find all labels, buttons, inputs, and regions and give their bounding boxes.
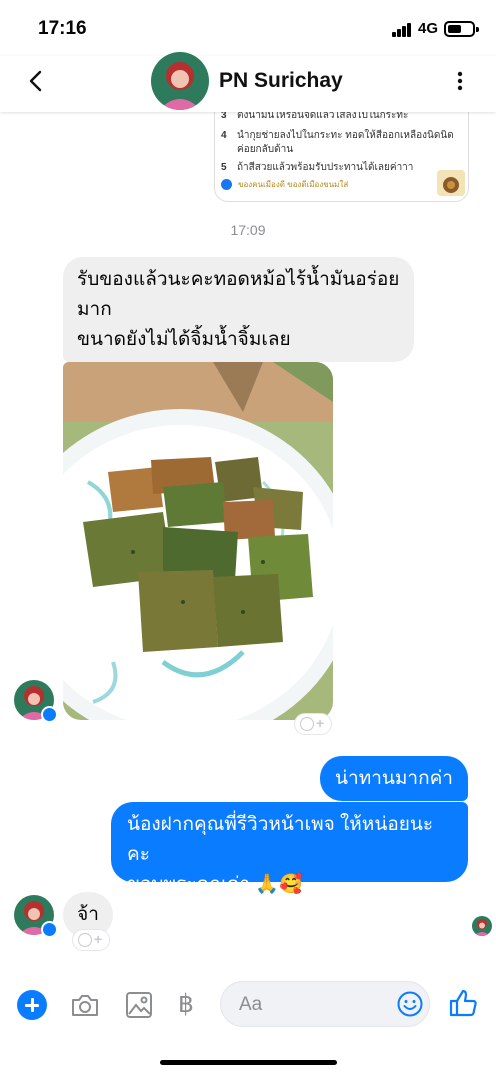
sender-avatar[interactable] — [14, 895, 58, 938]
add-reaction-button[interactable]: + — [294, 713, 332, 735]
status-bar: 17:16 4G — [0, 0, 496, 56]
plus-icon[interactable] — [17, 990, 47, 1020]
sender-avatar[interactable] — [14, 680, 58, 723]
post-step: ค่อยกลับด้าน — [237, 144, 294, 155]
home-indicator[interactable] — [160, 1060, 337, 1065]
smiley-icon — [300, 717, 314, 731]
facebook-icon — [221, 179, 232, 191]
emoji-icon[interactable] — [397, 991, 423, 1017]
message-input-container[interactable] — [220, 981, 430, 1027]
incoming-message[interactable]: รับของแล้วนะคะทอดหม้อไร้น้ำมันอร่อย มาก … — [63, 257, 414, 362]
gallery-icon[interactable] — [124, 990, 154, 1020]
conversation-header: PN Surichay — [0, 52, 496, 112]
messenger-badge-icon — [41, 921, 58, 938]
more-options-icon[interactable] — [448, 66, 472, 96]
post-thumbnail — [437, 170, 465, 196]
add-reaction-button[interactable]: + — [72, 929, 110, 951]
incoming-photo[interactable] — [63, 362, 333, 720]
messenger-badge-icon — [41, 706, 58, 723]
contact-name[interactable]: PN Surichay — [219, 69, 343, 93]
smiley-icon — [78, 933, 92, 947]
status-time: 17:16 — [38, 18, 87, 39]
message-input[interactable] — [239, 993, 389, 1017]
post-step: 5 ถ้าสีสวยแล้วพร้อมรับประทานได้เลยค่าาา — [221, 162, 414, 173]
thumbs-up-icon[interactable] — [448, 988, 478, 1018]
post-step: 4 นำกุยช่ายลงไปในกระทะ ทอดให้สีออกเหลืองน… — [221, 130, 454, 141]
post-footer: ของคนเมืองดี ของดีเมืองขนมใส่ — [221, 178, 348, 191]
network-label: 4G — [418, 20, 439, 37]
seen-receipt-avatar — [472, 916, 492, 936]
message-timestamp: 17:09 — [230, 222, 266, 238]
camera-icon[interactable] — [70, 990, 100, 1020]
payment-icon[interactable]: ฿ — [178, 989, 194, 1018]
message-composer: ฿ — [0, 975, 496, 1035]
signal-icon — [392, 23, 412, 37]
outgoing-message[interactable]: น่าทานมากค่า — [320, 756, 468, 801]
back-arrow-icon[interactable] — [22, 66, 52, 96]
outgoing-message[interactable]: น้องฝากคุณพี่รีวิวหน้าเพจ ให้หน่อยนะคะ ข… — [111, 802, 468, 895]
contact-avatar[interactable] — [151, 52, 209, 110]
battery-icon — [444, 21, 479, 37]
